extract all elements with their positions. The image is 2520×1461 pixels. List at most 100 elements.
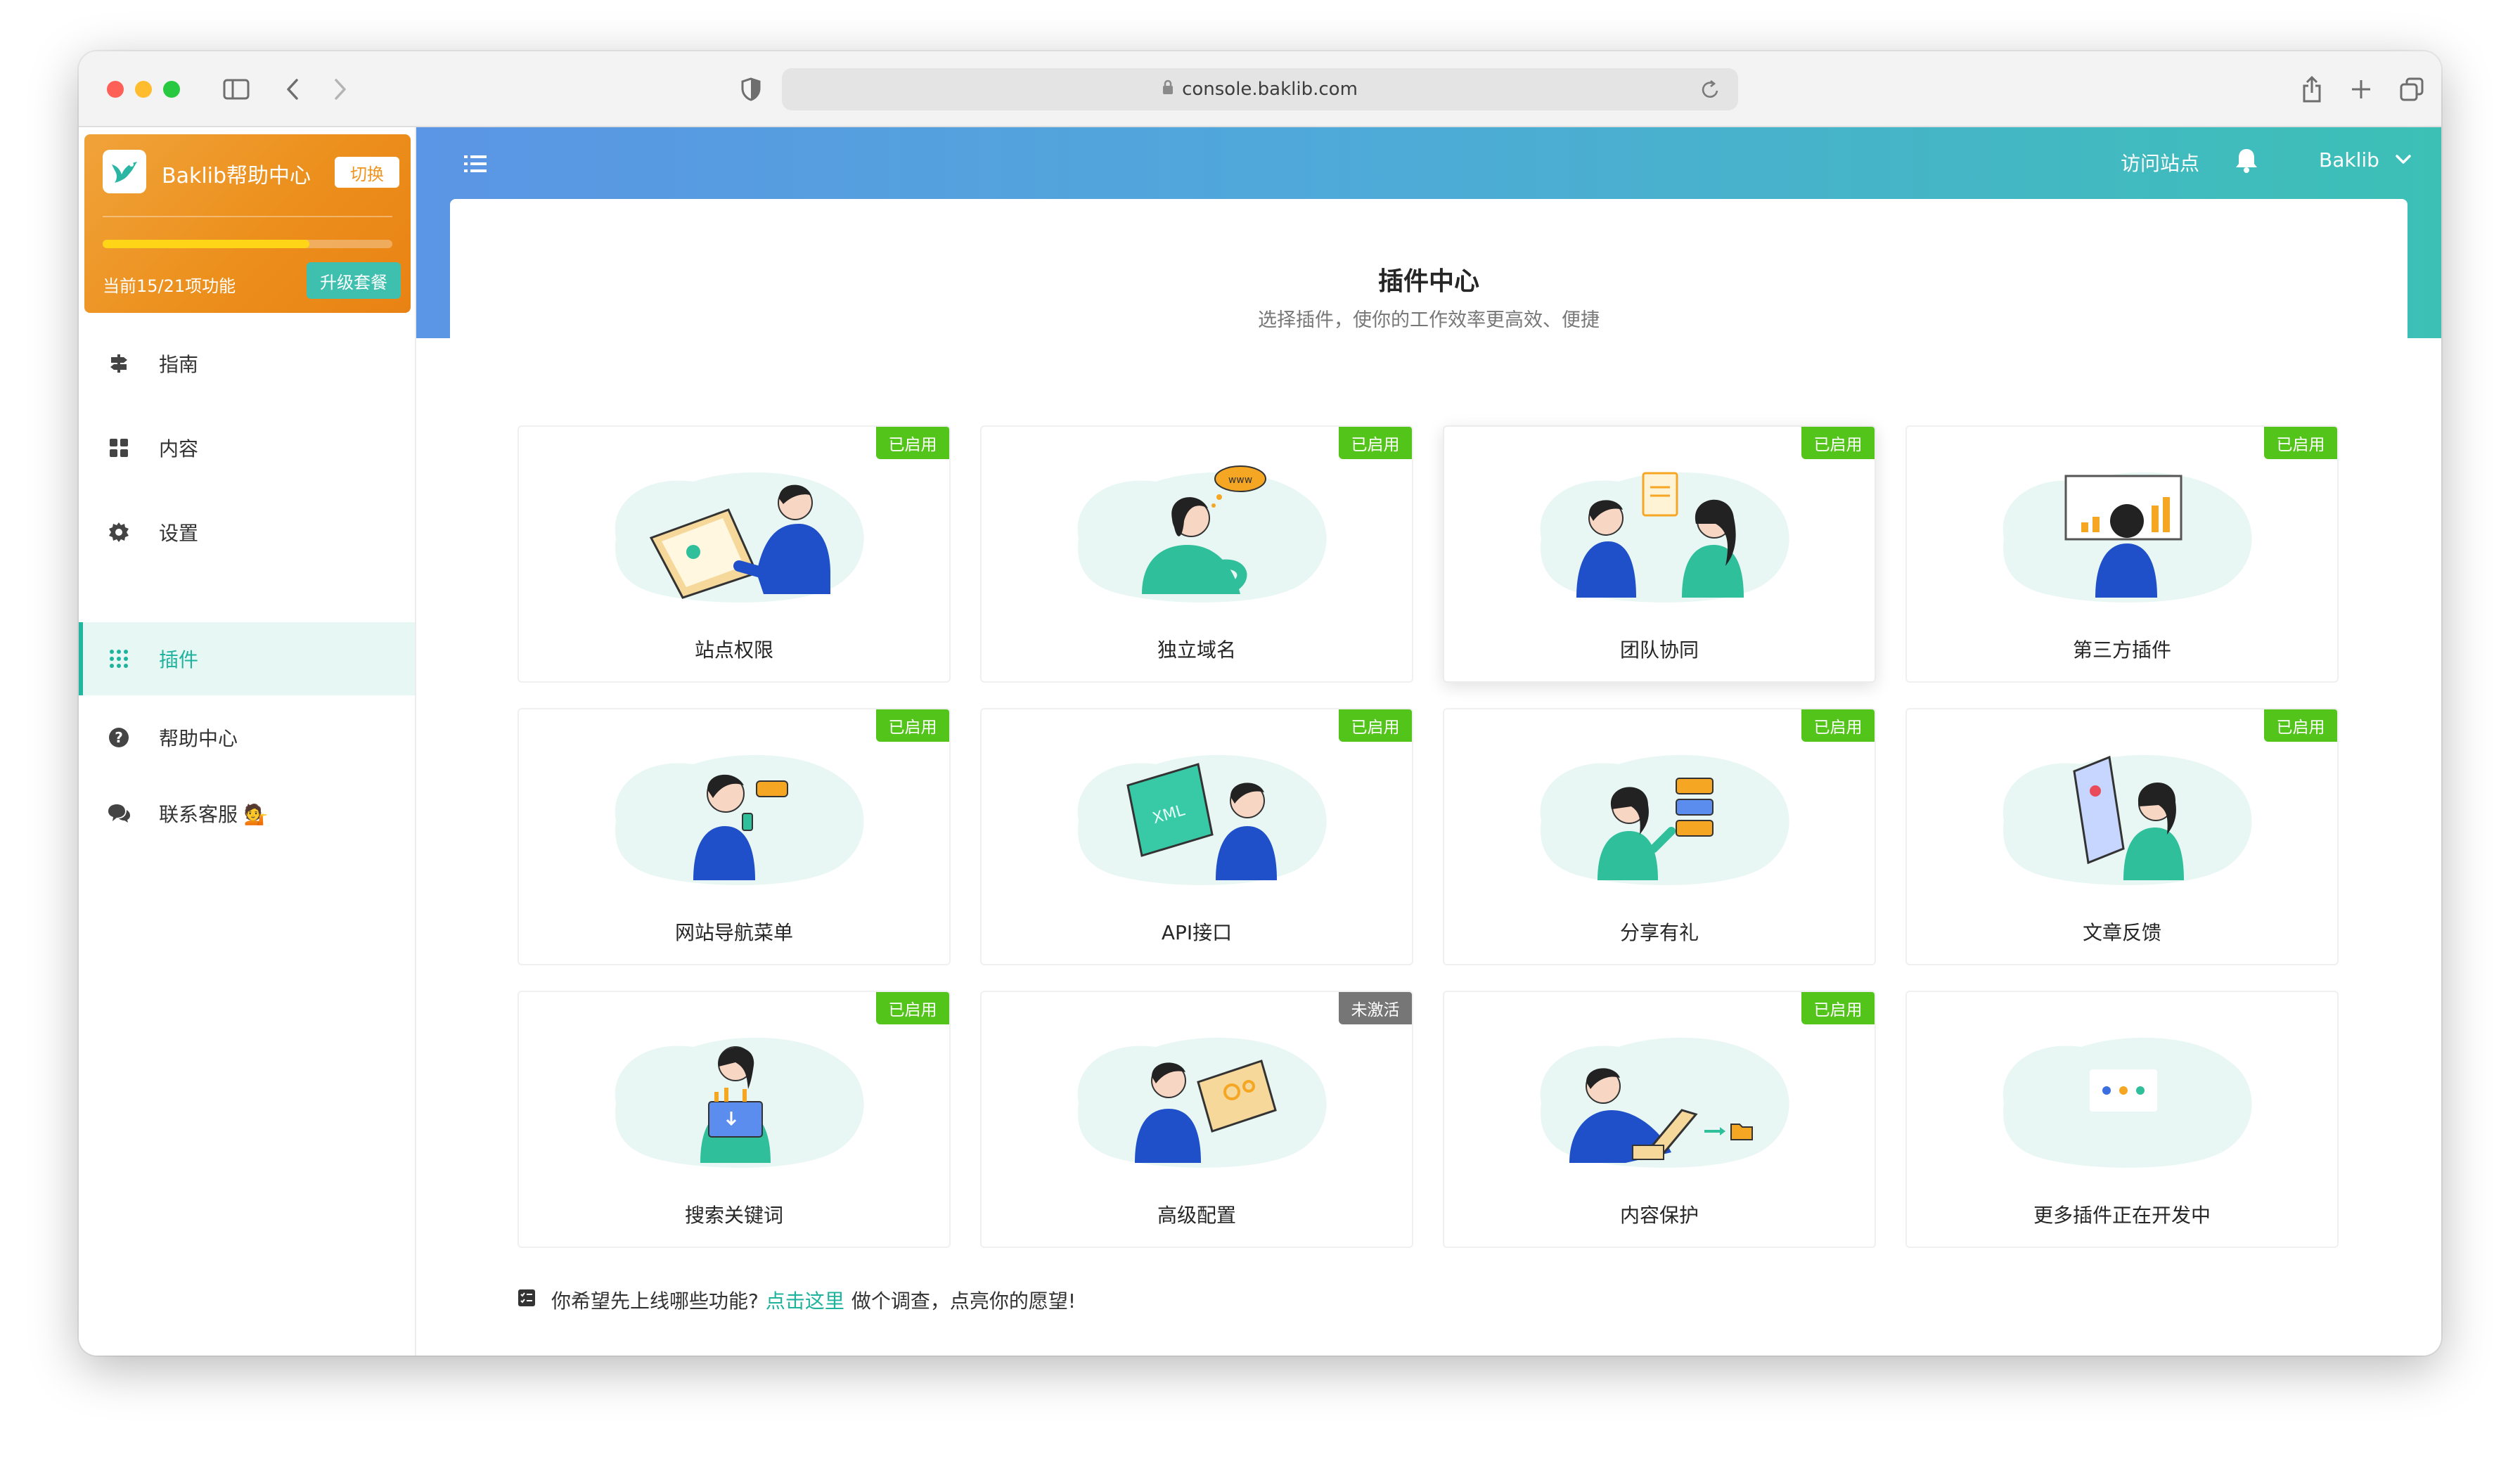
plugin-card-more-coming[interactable]: 更多插件正在开发中 [1905,991,2339,1248]
sidebar-item-label: 插件 [159,648,199,671]
more-plugins-illustration [2002,1037,2252,1168]
sidebar-item-help-center[interactable]: ? 帮助中心 [79,701,415,774]
divider [103,216,392,217]
url-text: console.baklib.com [1182,79,1358,100]
menu-list-icon[interactable] [461,150,489,178]
plugin-card-site-navigation[interactable]: 已启用 网站导航菜单 [518,708,951,965]
feature-progress-fill [103,240,310,248]
custom-domain-illustration: www [1077,465,1327,603]
status-badge: 未激活 [1339,992,1412,1024]
brand-card: Baklib帮助中心 切换 当前15/21项功能 升级套餐 [84,134,411,313]
baklib-logo-icon[interactable] [103,150,146,193]
plugin-card-content-protection[interactable]: 已启用 内容保护 [1443,991,1876,1248]
sidebar-item-label: 指南 [159,353,199,376]
api-illustration: XML [1077,754,1327,885]
status-badge: 已启用 [2264,709,2337,742]
signpost-icon [107,352,131,375]
content-protection-illustration [1540,1037,1789,1168]
reload-icon[interactable] [1700,78,1721,105]
status-badge: 已启用 [1339,709,1412,742]
feature-survey: 你希望先上线哪些功能? 点击这里 做个调查，点亮你的愿望! [518,1286,1076,1314]
plugin-card-api[interactable]: XML 已启用 API接口 [980,708,1413,965]
question-icon: ? [107,726,131,749]
bell-icon[interactable] [2235,147,2258,176]
sidebar: Baklib帮助中心 切换 当前15/21项功能 升级套餐 指南 内容 设置 插… [79,127,416,1356]
search-keywords-illustration [615,1037,864,1168]
status-badge: 已启用 [876,992,949,1024]
chevron-down-icon[interactable] [2395,154,2412,168]
chat-icon [107,802,131,825]
browser-window: console.baklib.com Baklib帮助中心 切换 当前15/21… [79,51,2441,1356]
feature-progress-bar [103,240,392,248]
plugin-name: 团队协同 [1619,638,1699,662]
status-badge: 已启用 [1801,709,1875,742]
status-badge: 已启用 [1801,427,1875,459]
main-area: 访问站点 Baklib 插件中心 选择插件，使你的工作效率更高效、便捷 已启用 … [416,127,2441,1356]
sidebar-toggle-icon[interactable] [217,70,256,109]
plugin-name: 搜索关键词 [684,1204,783,1227]
plugin-name: 内容保护 [1619,1204,1699,1227]
back-icon[interactable] [273,70,312,109]
close-window-button[interactable] [107,81,124,98]
share-icon[interactable] [2292,70,2332,109]
sidebar-item-contact-support[interactable]: 联系客服 💁 [79,777,415,850]
new-tab-icon[interactable] [2341,70,2381,109]
plugin-name: 第三方插件 [2072,638,2171,662]
article-feedback-illustration [2002,754,2252,885]
plugin-card-share-rewards[interactable]: 已启用 分享有礼 [1443,708,1876,965]
plugin-name: 独立域名 [1157,638,1236,662]
sidebar-item-label: 设置 [159,522,199,545]
dots-grid-icon [107,647,131,671]
plugin-card-third-party[interactable]: 已启用 第三方插件 [1905,425,2339,683]
status-badge: 已启用 [876,427,949,459]
upgrade-plan-button[interactable]: 升级套餐 [307,262,401,299]
visit-site-link[interactable]: 访问站点 [2121,148,2199,176]
survey-suffix: 做个调查，点亮你的愿望! [851,1289,1076,1313]
sidebar-item-label: 联系客服 💁 [159,803,269,826]
plugin-name: API接口 [1161,921,1233,944]
plugin-name: 站点权限 [694,638,773,662]
plugin-name: 高级配置 [1157,1204,1236,1227]
sidebar-item-label: 内容 [159,437,199,461]
tab-overview-icon[interactable] [2392,70,2431,109]
status-badge: 已启用 [2264,427,2337,459]
lock-icon [1162,79,1174,100]
plugin-card-team-collaboration[interactable]: 已启用 团队协同 [1443,425,1876,683]
share-rewards-illustration [1540,754,1789,885]
site-navigation-illustration [615,754,864,885]
address-bar[interactable]: console.baklib.com [782,68,1738,110]
site-permissions-illustration [615,472,864,603]
advanced-config-illustration [1077,1037,1327,1168]
forward-icon[interactable] [321,70,360,109]
survey-prefix: 你希望先上线哪些功能? [551,1289,759,1313]
browser-titlebar: console.baklib.com [79,51,2441,127]
site-name[interactable]: Baklib帮助中心 [162,158,311,189]
plugin-name: 文章反馈 [2082,921,2161,944]
sidebar-item-content[interactable]: 内容 [79,411,415,484]
plugin-card-site-permissions[interactable]: 已启用 站点权限 [518,425,951,683]
plugin-name: 网站导航菜单 [674,921,793,944]
team-collaboration-illustration [1540,472,1789,603]
status-badge: 已启用 [1801,992,1875,1024]
sidebar-item-guide[interactable]: 指南 [79,327,415,400]
plugin-card-article-feedback[interactable]: 已启用 文章反馈 [1905,708,2339,965]
sidebar-item-plugins[interactable]: 插件 [79,622,415,695]
third-party-illustration [2002,472,2252,603]
shield-icon[interactable] [731,70,771,109]
plugin-card-search-keywords[interactable]: 已启用 搜索关键词 [518,991,951,1248]
svg-text:www: www [1228,475,1252,486]
page-title: 插件中心 [1377,267,1479,296]
plugin-card-custom-domain[interactable]: www 已启用 独立域名 [980,425,1413,683]
gear-icon [107,520,131,544]
grid-icon [107,436,131,460]
switch-site-button[interactable]: 切换 [335,157,399,188]
sidebar-item-settings[interactable]: 设置 [79,496,415,569]
plugin-card-advanced-config[interactable]: 未激活 高级配置 [980,991,1413,1248]
zoom-window-button[interactable] [163,81,180,98]
svg-text:?: ? [115,729,123,746]
survey-link[interactable]: 点击这里 [766,1286,844,1314]
minimize-window-button[interactable] [135,81,152,98]
user-menu[interactable]: Baklib [2319,148,2379,172]
plugin-center-panel: 插件中心 选择插件，使你的工作效率更高效、便捷 已启用 站点权限 www 已启用… [450,199,2408,1356]
plugin-name: 分享有礼 [1619,921,1699,944]
